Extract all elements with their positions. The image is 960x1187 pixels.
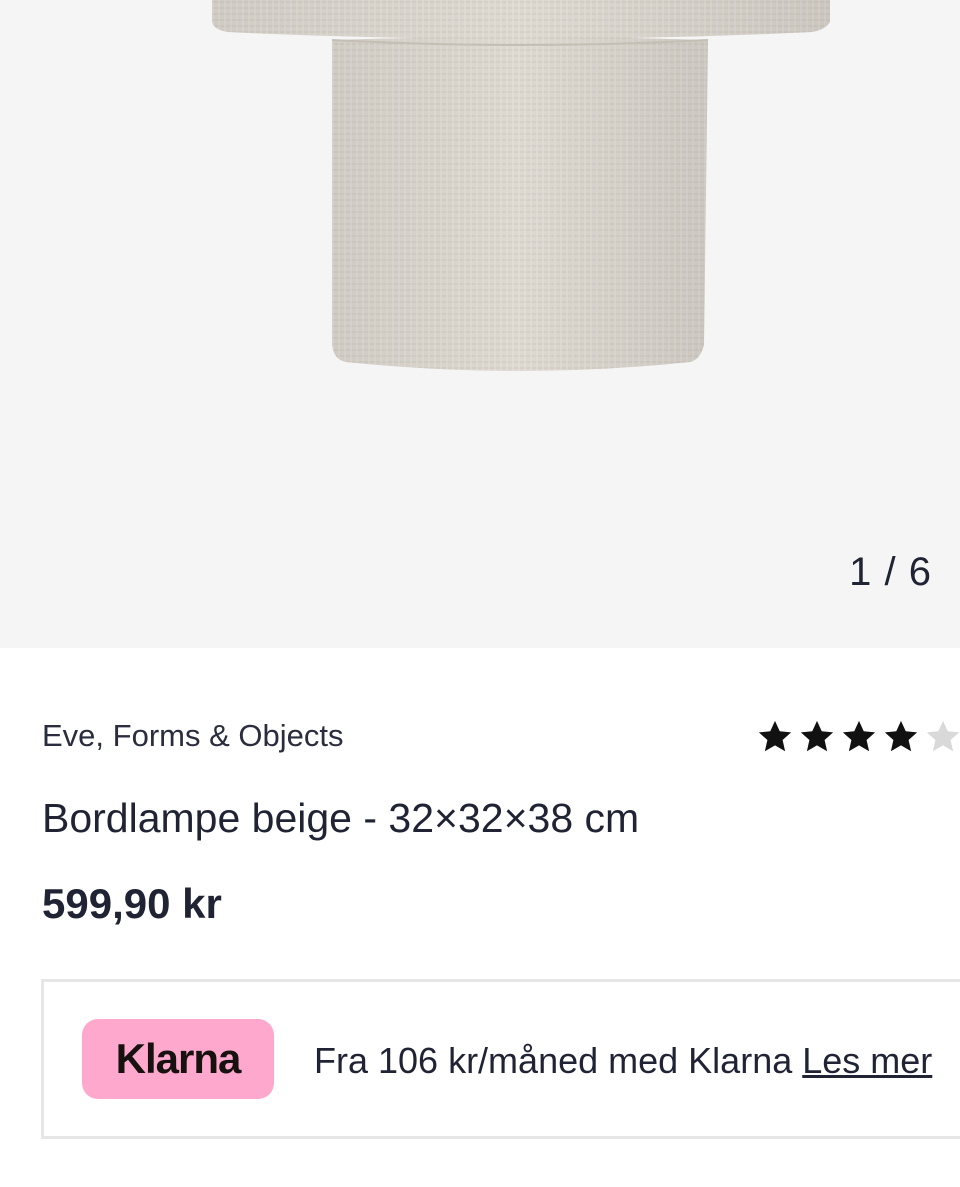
product-title: Bordlampe beige - 32×32×38 cm bbox=[42, 795, 640, 841]
klarna-payment-banner: Klarna Fra 106 kr/måned med Klarna Les m… bbox=[41, 979, 960, 1139]
star-rating[interactable] bbox=[756, 718, 960, 760]
star-filled-icon bbox=[758, 720, 792, 752]
star-filled-icon bbox=[842, 720, 876, 752]
klarna-read-more-link[interactable]: Les mer bbox=[802, 1040, 932, 1081]
star-empty-icon bbox=[926, 720, 960, 752]
star-filled-icon bbox=[884, 720, 918, 752]
klarna-message: Fra 106 kr/måned med Klarna Les mer bbox=[314, 1040, 932, 1082]
product-image-gallery[interactable]: 1 / 6 bbox=[0, 0, 960, 648]
image-counter: 1 / 6 bbox=[849, 550, 932, 594]
product-page: 1 / 6 Eve, Forms & Objects Bordlampe bei… bbox=[0, 0, 960, 1187]
star-filled-icon bbox=[800, 720, 834, 752]
product-price: 599,90 kr bbox=[42, 880, 222, 927]
brand-name[interactable]: Eve, Forms & Objects bbox=[42, 718, 343, 754]
klarna-logo: Klarna bbox=[82, 1019, 274, 1099]
lamp-product-image bbox=[212, 0, 830, 371]
klarna-message-text: Fra 106 kr/måned med Klarna bbox=[314, 1040, 793, 1081]
